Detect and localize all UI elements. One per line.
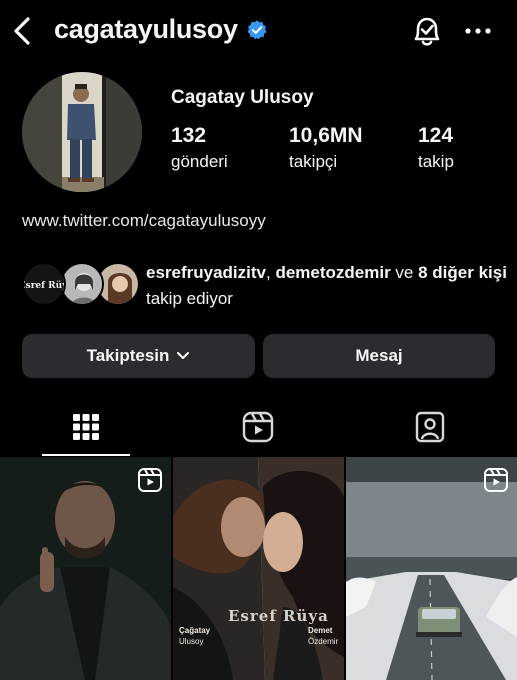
mutual-name-2[interactable]: demetozdemir [275,263,390,282]
tab-reels[interactable] [172,398,344,456]
tagged-icon [415,411,445,443]
reel-badge-icon [138,468,162,492]
post-2-credit-left: Çağatay Ulusoy [179,625,210,647]
mutual-followers-text: esrefruyadizitv, demetozdemir ve 8 diğer… [146,260,516,312]
posts-grid-icon [73,414,99,440]
mutual-others[interactable]: 8 diğer kişi [418,263,507,282]
profile-tabs [0,398,517,456]
stat-followers-count: 10,6MN [289,124,363,147]
stat-followers-label: takipçi [289,152,338,171]
mutual-avatar-esrefruya-logo: Esref Rüya [24,280,66,291]
username: cagatayulusoy [54,14,238,44]
tab-posts[interactable] [0,398,172,456]
reels-icon [242,411,274,443]
mutual-avatar-esrefruya: Esref Rüya [22,262,66,306]
username-header: cagatayulusoy [54,14,268,45]
grid-post-3[interactable] [346,457,517,680]
post-2-right-name: Demet [308,626,333,635]
stat-following-count: 124 [418,124,454,147]
full-name: Cagatay Ulusoy [171,87,314,108]
message-button-label: Mesaj [355,346,403,365]
bio-link[interactable]: www.twitter.com/cagatayulusoyy [22,211,266,231]
mutual-name-1[interactable]: esrefruyadizitv [146,263,266,282]
mutual-suffix: takip ediyor [146,289,233,308]
more-options-icon[interactable] [462,18,494,44]
stat-posts[interactable]: 132 gönderi [171,124,228,172]
mutual-and: ve [390,263,419,282]
stat-posts-label: gönderi [171,152,228,171]
profile-avatar[interactable] [22,72,142,192]
reel-badge-icon [484,468,508,492]
grid-post-1[interactable] [0,457,171,680]
stat-posts-count: 132 [171,124,207,147]
post-2-left-surname: Ulusoy [179,637,204,646]
mutual-avatars: Esref Rüya [22,262,140,308]
stat-following-label: takip [418,152,454,171]
mutual-avatar-2 [60,262,104,306]
post-2-left-name: Çağatay [179,626,211,635]
chevron-down-icon [177,352,190,359]
post-2-credit-right: Demet Özdemir [308,625,338,647]
verified-badge-icon [247,19,267,39]
following-button[interactable]: Takiptesin [22,334,255,378]
post-2-title: Esref Rüya [228,607,329,625]
back-chevron-icon[interactable] [8,14,38,48]
post-grid: Esref Rüya Çağatay Ulusoy Demet Özdemir [0,457,517,680]
following-button-label: Takiptesin [86,346,170,365]
notification-bell-icon[interactable] [408,14,446,50]
active-tab-indicator [42,454,130,456]
tab-tagged[interactable] [344,398,516,456]
mutual-followers[interactable]: Esref Rüya esrefruyadizitv, demetozdemir… [22,260,512,312]
grid-post-2[interactable]: Esref Rüya Çağatay Ulusoy Demet Özdemir [173,457,344,680]
post-2-right-surname: Özdemir [308,637,339,646]
top-bar: cagatayulusoy [0,0,517,62]
stat-followers[interactable]: 10,6MN takipçi [289,124,363,172]
stat-following[interactable]: 124 takip [418,124,454,172]
message-button[interactable]: Mesaj [263,334,495,378]
